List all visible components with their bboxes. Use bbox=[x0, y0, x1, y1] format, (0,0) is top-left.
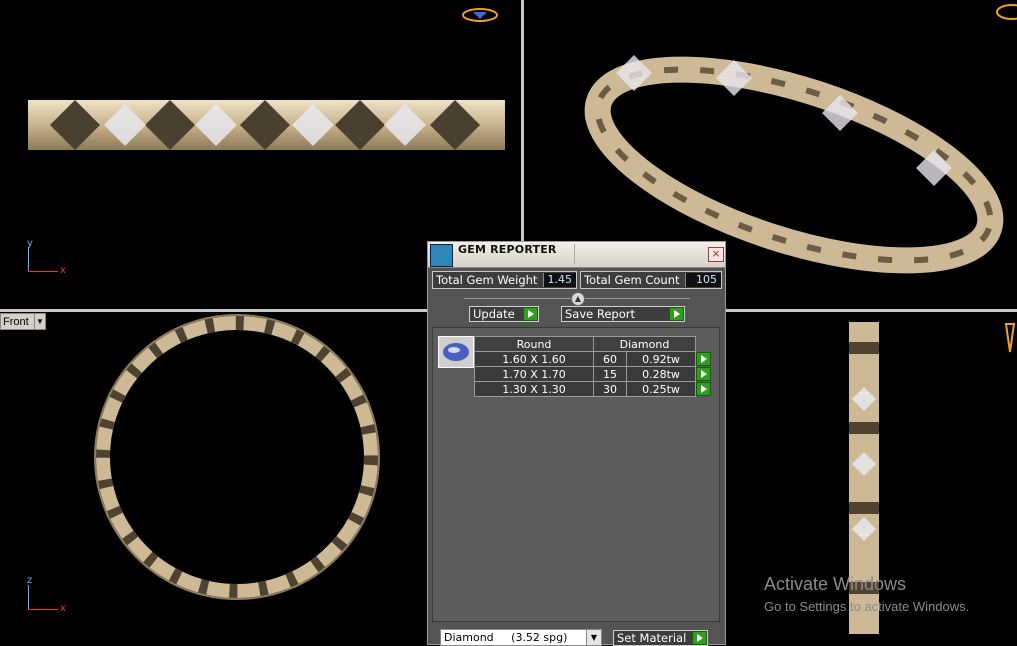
table-row[interactable]: 1.30 X 1.30 30 0.25tw bbox=[474, 381, 719, 397]
watermark-title: Activate Windows bbox=[764, 574, 907, 594]
axis-x-line bbox=[28, 271, 58, 272]
total-gem-count-value: 105 bbox=[685, 273, 721, 287]
set-material-button-label: Set Material bbox=[617, 631, 687, 645]
update-button-label: Update bbox=[473, 307, 515, 321]
row-expand-arrow-icon[interactable] bbox=[696, 366, 711, 381]
gem-count: 60 bbox=[593, 351, 627, 367]
gem-count: 15 bbox=[593, 366, 627, 382]
play-arrow-icon bbox=[669, 307, 684, 321]
total-gem-count-label: Total Gem Count bbox=[584, 273, 680, 287]
title-bar[interactable]: GEM REPORTER × bbox=[428, 242, 725, 268]
table-header-row: Round Diamond bbox=[474, 336, 719, 352]
gem-table: Round Diamond 1.60 X 1.60 60 0.92tw 1.70… bbox=[474, 336, 719, 397]
total-gem-weight-label: Total Gem Weight bbox=[436, 273, 538, 287]
play-arrow-icon bbox=[692, 631, 707, 645]
gem-orientation-icon bbox=[462, 8, 498, 22]
close-button[interactable]: × bbox=[708, 247, 724, 262]
gem-table-area: Round Diamond 1.60 X 1.60 60 0.92tw 1.70… bbox=[432, 327, 720, 622]
total-gem-count-box: Total Gem Count 105 bbox=[580, 271, 722, 289]
set-material-button[interactable]: Set Material bbox=[613, 630, 708, 646]
axis-y-line bbox=[28, 247, 29, 272]
gem-size: 1.70 X 1.70 bbox=[474, 366, 594, 382]
watermark-subtitle: Go to Settings to activate Windows. bbox=[764, 599, 970, 614]
save-report-button[interactable]: Save Report bbox=[561, 306, 685, 322]
gem-weight: 0.92tw bbox=[626, 351, 696, 367]
row-expand-arrow-icon[interactable] bbox=[696, 351, 711, 366]
column-header-round: Round bbox=[474, 336, 594, 352]
diamond-gem-icon[interactable] bbox=[438, 336, 474, 368]
save-report-button-label: Save Report bbox=[565, 307, 636, 321]
row-expand-arrow-icon[interactable] bbox=[696, 381, 711, 396]
slider-handle[interactable]: ▲ bbox=[571, 292, 585, 306]
total-gem-weight-value: 1.45 bbox=[543, 273, 576, 287]
view-dropdown[interactable]: Front ▼ bbox=[0, 313, 46, 330]
gem-orientation-icon-3 bbox=[1004, 323, 1016, 353]
gem-orientation-icon-2 bbox=[996, 4, 1017, 20]
material-dropdown-value: Diamond (3.52 spg) bbox=[444, 631, 568, 644]
axis-z-line bbox=[28, 585, 29, 610]
panel-title: GEM REPORTER bbox=[458, 243, 557, 256]
total-gem-weight-box: Total Gem Weight 1.45 bbox=[432, 271, 577, 289]
material-dropdown[interactable]: Diamond (3.52 spg) ▼ bbox=[440, 629, 602, 646]
title-separator bbox=[574, 244, 575, 264]
gem-count: 30 bbox=[593, 381, 627, 397]
table-row[interactable]: 1.70 X 1.70 15 0.28tw bbox=[474, 366, 719, 382]
view-dropdown-label: Front bbox=[3, 315, 29, 328]
play-arrow-icon bbox=[523, 307, 538, 321]
column-header-diamond: Diamond bbox=[593, 336, 696, 352]
gem-weight: 0.25tw bbox=[626, 381, 696, 397]
gem-reporter-icon bbox=[430, 244, 453, 267]
gem-reporter-panel: GEM REPORTER × Total Gem Weight 1.45 Tot… bbox=[427, 241, 726, 646]
gem-weight: 0.28tw bbox=[626, 366, 696, 382]
update-button[interactable]: Update bbox=[469, 306, 539, 322]
axis-x-label-front: x bbox=[60, 603, 66, 614]
gem-size: 1.60 X 1.60 bbox=[474, 351, 594, 367]
axis-x-label: x bbox=[60, 265, 66, 276]
chevron-down-icon: ▼ bbox=[586, 630, 601, 645]
table-row[interactable]: 1.60 X 1.60 60 0.92tw bbox=[474, 351, 719, 367]
chevron-down-icon: ▼ bbox=[34, 314, 45, 329]
gem-size: 1.30 X 1.30 bbox=[474, 381, 594, 397]
axis-x-line-front bbox=[28, 609, 58, 610]
